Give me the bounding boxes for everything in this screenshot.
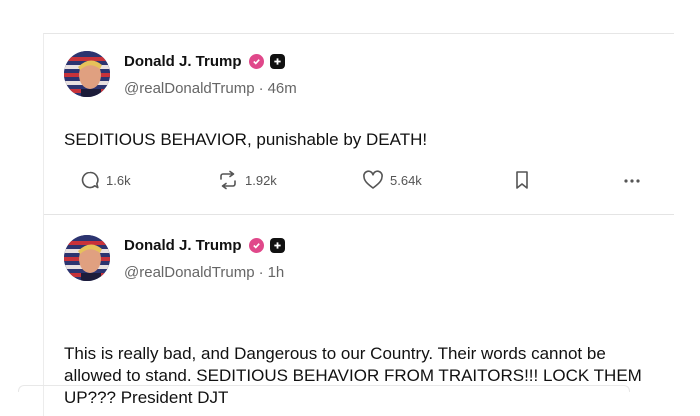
reply-button[interactable]: 1.6k xyxy=(80,170,131,190)
post-text: SEDITIOUS BEHAVIOR, punishable by DEATH! xyxy=(64,130,428,149)
verified-badge-icon xyxy=(248,238,264,253)
plus-badge-icon xyxy=(269,238,285,253)
feed: Donald J. Trump @realDonaldTrump · 46m SED… xyxy=(43,33,674,416)
post-1[interactable]: Donald J. Trump @realDonaldTrump · 46m SED… xyxy=(44,34,674,215)
reply-icon xyxy=(81,171,99,189)
bookmark-button[interactable] xyxy=(514,170,530,190)
repost-count: 1.92k xyxy=(245,172,277,188)
more-button[interactable] xyxy=(622,170,642,190)
author-handle[interactable]: @realDonaldTrump xyxy=(124,80,255,97)
reply-count: 1.6k xyxy=(106,172,131,188)
verified-badge-icon xyxy=(248,54,264,69)
avatar-image-icon xyxy=(64,235,110,281)
separator: · xyxy=(258,264,264,281)
like-count: 5.64k xyxy=(390,172,422,188)
avatar[interactable] xyxy=(64,235,110,281)
author-name[interactable]: Donald J. Trump xyxy=(124,237,242,254)
more-icon xyxy=(624,179,640,183)
repost-icon xyxy=(220,170,236,190)
post-text: This is really bad, and Dangerous to our… xyxy=(64,344,642,407)
repost-button[interactable]: 1.92k xyxy=(217,170,277,190)
bookmark-icon xyxy=(516,171,528,189)
like-button[interactable]: 5.64k xyxy=(362,170,422,190)
separator: · xyxy=(258,80,264,97)
avatar[interactable] xyxy=(64,51,110,97)
author-name[interactable]: Donald J. Trump xyxy=(124,53,242,70)
post-time[interactable]: 46m xyxy=(268,80,297,97)
avatar-image-icon xyxy=(64,51,110,97)
next-card-edge xyxy=(18,385,630,392)
post-actions: 1.6k 1.92k 5.64k xyxy=(44,165,674,195)
heart-icon xyxy=(363,170,383,189)
post-time[interactable]: 1h xyxy=(268,264,285,281)
plus-badge-icon xyxy=(269,54,285,69)
author-handle[interactable]: @realDonaldTrump xyxy=(124,264,255,281)
